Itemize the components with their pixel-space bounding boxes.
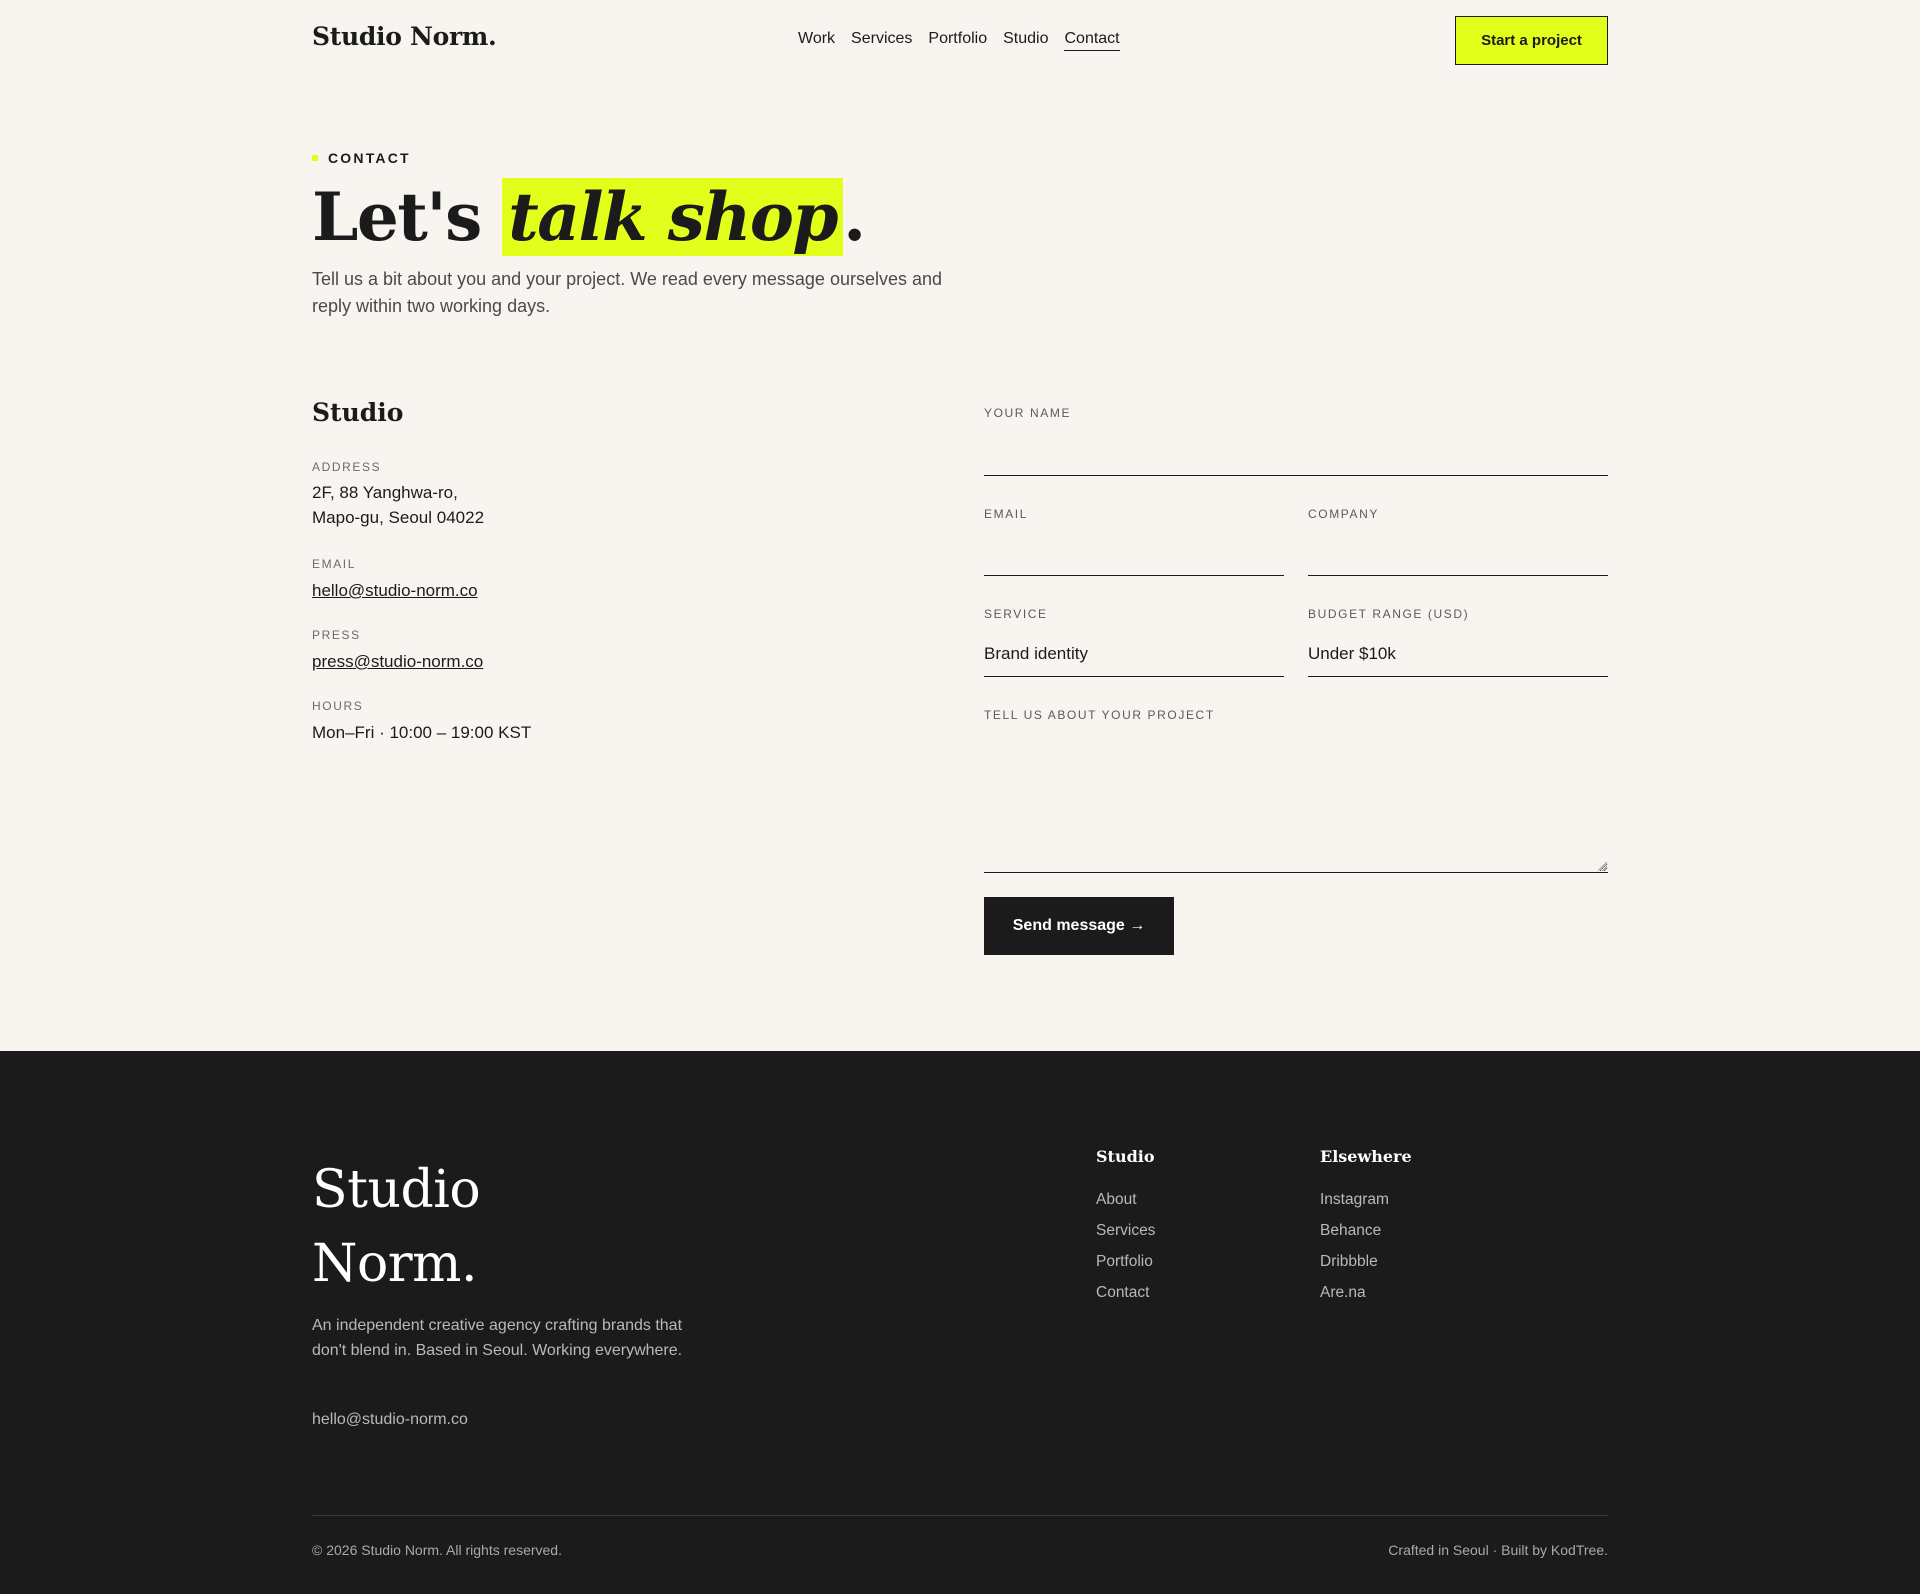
- address-line-1: 2F, 88 Yanghwa-ro,: [312, 483, 458, 502]
- footer-col-elsewhere-title: Elsewhere: [1320, 1147, 1412, 1166]
- site-footer: Studio Norm. An independent creative age…: [0, 1051, 1920, 1594]
- nav-link-contact[interactable]: Contact: [1064, 30, 1120, 51]
- email-input[interactable]: [984, 540, 1284, 576]
- footer-link-behance[interactable]: Behance: [1320, 1221, 1389, 1252]
- nav-link-studio[interactable]: Studio: [1003, 30, 1048, 51]
- budget-label: BUDGET RANGE (USD): [1308, 607, 1470, 621]
- send-message-button[interactable]: Send message →: [984, 897, 1174, 955]
- nav-link-work[interactable]: Work: [798, 30, 835, 51]
- hours-value: Mon–Fri · 10:00 – 19:00 KST: [312, 723, 532, 742]
- footer-email-link[interactable]: hello@studio-norm.co: [312, 1411, 468, 1429]
- title-suffix: .: [843, 178, 866, 256]
- project-label: TELL US ABOUT YOUR PROJECT: [984, 708, 1215, 722]
- email-link[interactable]: hello@studio-norm.co: [312, 578, 478, 603]
- email-field-label: EMAIL: [984, 507, 1029, 521]
- footer-col-studio-links: About Services Portfolio Contact: [1096, 1190, 1155, 1314]
- footer-link-portfolio[interactable]: Portfolio: [1096, 1252, 1155, 1283]
- name-label: YOUR NAME: [984, 406, 1072, 420]
- hours-label: HOURS: [312, 699, 364, 713]
- nav-link-services[interactable]: Services: [851, 30, 912, 51]
- site-header: Studio Norm. Work Services Portfolio Stu…: [0, 0, 1920, 80]
- start-project-button[interactable]: Start a project: [1455, 16, 1608, 65]
- footer-col-elsewhere-links: Instagram Behance Dribbble Are.na: [1320, 1190, 1389, 1314]
- service-selected-value: Brand identity: [984, 644, 1088, 663]
- footer-logo-line-1: Studio: [312, 1160, 481, 1220]
- company-label: COMPANY: [1308, 507, 1379, 521]
- company-input[interactable]: [1308, 540, 1608, 576]
- title-prefix: Let's: [312, 178, 503, 256]
- footer-logo-line-2: Norm.: [312, 1234, 478, 1294]
- press-email-link[interactable]: press@studio-norm.co: [312, 649, 483, 674]
- footer-divider: [312, 1515, 1608, 1516]
- name-input[interactable]: [984, 440, 1608, 476]
- footer-logo: Studio Norm.: [312, 1153, 481, 1301]
- site-logo[interactable]: Studio Norm.: [312, 22, 497, 51]
- resize-grip-icon[interactable]: [1598, 862, 1607, 871]
- footer-link-about[interactable]: About: [1096, 1190, 1155, 1221]
- footer-description: An independent creative agency crafting …: [312, 1317, 683, 1359]
- address-label: ADDRESS: [312, 460, 382, 474]
- budget-select[interactable]: Under $10k: [1308, 642, 1608, 677]
- footer-link-instagram[interactable]: Instagram: [1320, 1190, 1389, 1221]
- studio-heading: Studio: [312, 398, 404, 427]
- press-label: PRESS: [312, 628, 361, 642]
- nav-link-portfolio[interactable]: Portfolio: [928, 30, 987, 51]
- eyebrow-label: CONTACT: [328, 150, 411, 166]
- budget-selected-value: Under $10k: [1308, 644, 1396, 663]
- service-label: SERVICE: [984, 607, 1048, 621]
- page-title: Let's talk shop.: [312, 174, 866, 260]
- footer-link-dribbble[interactable]: Dribbble: [1320, 1252, 1389, 1283]
- footer-link-arena[interactable]: Are.na: [1320, 1283, 1389, 1314]
- footer-link-services[interactable]: Services: [1096, 1221, 1155, 1252]
- footer-link-contact[interactable]: Contact: [1096, 1283, 1155, 1314]
- title-highlight: talk shop: [502, 178, 844, 256]
- section-eyebrow: CONTACT: [312, 150, 411, 166]
- address-line-2: Mapo-gu, Seoul 04022: [312, 508, 485, 527]
- email-label: EMAIL: [312, 557, 357, 571]
- footer-credit: Crafted in Seoul · Built by KodTree.: [1388, 1542, 1608, 1558]
- footer-copyright: © 2026 Studio Norm. All rights reserved.: [312, 1542, 562, 1558]
- project-textarea[interactable]: [984, 738, 1608, 873]
- main-nav: Work Services Portfolio Studio Contact: [798, 30, 1120, 51]
- page-subtitle: Tell us a bit about you and your project…: [312, 269, 943, 316]
- service-select[interactable]: Brand identity: [984, 642, 1284, 677]
- footer-col-studio-title: Studio: [1096, 1147, 1155, 1166]
- eyebrow-dot-icon: [312, 155, 318, 161]
